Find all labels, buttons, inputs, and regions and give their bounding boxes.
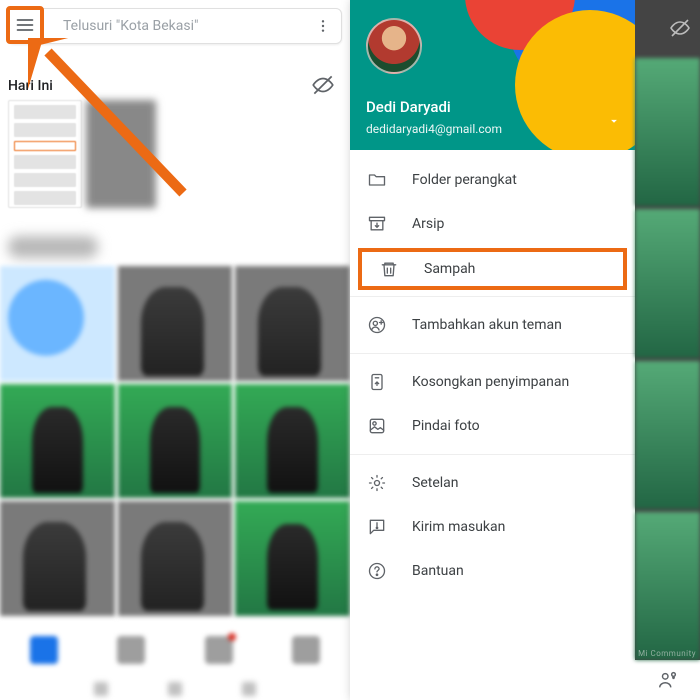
- drawer-item-label: Tambahkan akun teman: [412, 317, 562, 333]
- photo-cell[interactable]: [0, 384, 115, 499]
- nav-sharing[interactable]: [292, 636, 320, 664]
- drawer-item-label: Folder perangkat: [412, 172, 517, 188]
- drawer-item-gear[interactable]: Setelan: [350, 461, 635, 505]
- drawer-item-label: Kosongkan penyimpanan: [412, 374, 569, 390]
- trash-icon: [378, 258, 400, 280]
- watermark: Mi Community: [638, 649, 696, 658]
- drawer-item-label: Arsip: [412, 216, 444, 232]
- drawer-item-trash[interactable]: Sampah: [358, 248, 627, 290]
- drawer-item-label: Kirim masukan: [412, 519, 505, 535]
- photo-thumb: [86, 100, 156, 208]
- photo-thumb: [635, 209, 700, 357]
- gear-icon: [366, 472, 388, 494]
- drawer-item-archive[interactable]: Arsip: [350, 202, 635, 246]
- help-icon: [366, 560, 388, 582]
- photo-cell[interactable]: [118, 501, 233, 616]
- photo-cell[interactable]: [235, 266, 350, 381]
- right-screenshot: Dedi Daryadi dedidaryadi4@gmail.com Fold…: [350, 0, 700, 700]
- visibility-off-icon[interactable]: [310, 72, 336, 98]
- photo-thumb: [635, 512, 700, 660]
- photo-cell[interactable]: [0, 266, 115, 381]
- account-dropdown-icon[interactable]: [607, 113, 621, 132]
- search-bar[interactable]: Telusuri "Kota Bekasi": [8, 8, 342, 44]
- drawer-item-label: Pindai foto: [412, 418, 480, 434]
- sharing-icon: [657, 669, 679, 691]
- folder-icon: [366, 169, 388, 191]
- feedback-icon: [366, 516, 388, 538]
- drawer-item-folder[interactable]: Folder perangkat: [350, 158, 635, 202]
- section-title-today: Hari Ini: [8, 78, 53, 94]
- drawer-item-label: Sampah: [424, 261, 475, 277]
- drawer-item-storage[interactable]: Kosongkan penyimpanan: [350, 360, 635, 404]
- drawer-item-feedback[interactable]: Kirim masukan: [350, 505, 635, 549]
- photo-cell[interactable]: [118, 384, 233, 499]
- nav-photos[interactable]: [30, 636, 58, 664]
- photo-thumb: [635, 58, 700, 206]
- drawer-item-person-add[interactable]: Tambahkan akun teman: [350, 303, 635, 347]
- drawer-item-label: Bantuan: [412, 563, 464, 579]
- photo-thumb: [635, 361, 700, 509]
- person-add-icon: [366, 314, 388, 336]
- bottom-nav: [0, 628, 350, 672]
- drawer-item-help[interactable]: Bantuan: [350, 549, 635, 593]
- photo-cell[interactable]: [118, 266, 233, 381]
- visibility-off-icon: [668, 16, 692, 40]
- hamburger-menu-button[interactable]: [6, 6, 44, 44]
- drawer-item-label: Setelan: [412, 475, 459, 491]
- underlying-app-strip: [635, 0, 700, 700]
- nav-albums[interactable]: [117, 636, 145, 664]
- left-screenshot: Telusuri "Kota Bekasi" Hari Ini: [0, 0, 350, 700]
- drawer-item-scan[interactable]: Pindai foto: [350, 404, 635, 448]
- photo-cell[interactable]: [235, 384, 350, 499]
- user-name: Dedi Daryadi: [366, 98, 451, 116]
- photo-grid: [0, 266, 350, 616]
- user-email: dedidaryadi4@gmail.com: [366, 122, 502, 136]
- photo-cell[interactable]: [235, 501, 350, 616]
- archive-icon: [366, 213, 388, 235]
- section-title-week: [8, 236, 98, 258]
- nav-drawer: Dedi Daryadi dedidaryadi4@gmail.com Fold…: [350, 0, 635, 700]
- drawer-header[interactable]: Dedi Daryadi dedidaryadi4@gmail.com: [350, 0, 635, 150]
- scan-icon: [366, 415, 388, 437]
- search-placeholder: Telusuri "Kota Bekasi": [15, 18, 311, 34]
- more-menu-icon[interactable]: [311, 18, 335, 34]
- photo-cell[interactable]: [0, 501, 115, 616]
- drawer-menu: Folder perangkat Arsip Sampah Tambahkan aku…: [350, 150, 635, 601]
- android-nav-bar: [0, 678, 350, 700]
- storage-icon: [366, 371, 388, 393]
- avatar[interactable]: [366, 18, 422, 74]
- nav-assistant[interactable]: [205, 636, 233, 664]
- mini-drawer-preview: [8, 100, 82, 208]
